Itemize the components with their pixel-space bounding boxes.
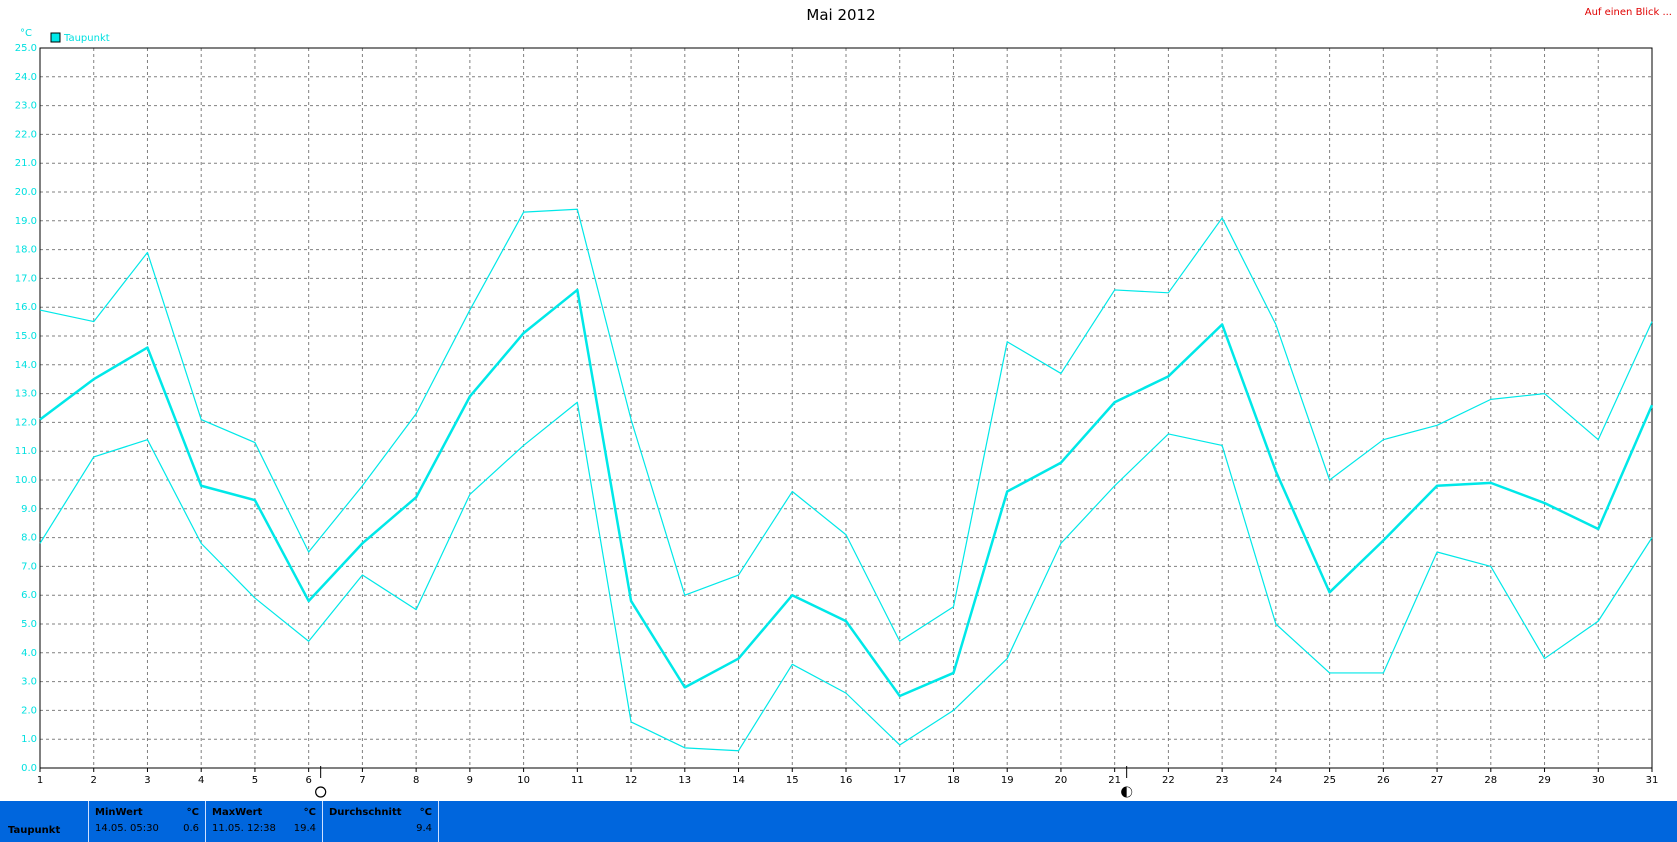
x-tick-label: 3 xyxy=(144,775,150,786)
x-tick-label: 26 xyxy=(1377,775,1390,786)
legend-label: Taupunkt xyxy=(63,33,110,44)
stat-avg-unit: °C xyxy=(419,807,432,818)
stat-max-value: 19.4 xyxy=(293,823,316,834)
y-tick-label: 14.0 xyxy=(15,360,37,371)
x-tick-label: 21 xyxy=(1108,775,1121,786)
stat-max-time: 11.05. 12:38 xyxy=(212,823,276,834)
y-tick-label: 15.0 xyxy=(15,331,37,342)
y-tick-label: 21.0 xyxy=(15,158,37,169)
y-tick-label: 0.0 xyxy=(21,763,37,774)
y-tick-label: 12.0 xyxy=(15,417,37,428)
y-tick-label: 16.0 xyxy=(15,302,37,313)
stat-avg-header: Durchschnitt xyxy=(329,807,402,818)
stat-min: MinWert °C 14.05. 05:30 0.6 xyxy=(88,801,205,842)
y-tick-label: 7.0 xyxy=(21,561,37,572)
y-tick-label: 25.0 xyxy=(15,43,37,54)
full-moon-icon xyxy=(315,786,327,798)
y-tick-label: 20.0 xyxy=(15,187,37,198)
x-tick-label: 20 xyxy=(1055,775,1068,786)
y-tick-label: 8.0 xyxy=(21,533,37,544)
moon-highlight xyxy=(1126,787,1132,797)
x-tick-label: 24 xyxy=(1269,775,1282,786)
x-tick-label: 10 xyxy=(517,775,530,786)
x-tick-label: 25 xyxy=(1323,775,1336,786)
x-tick-label: 5 xyxy=(252,775,258,786)
stat-max: MaxWert °C 11.05. 12:38 19.4 xyxy=(205,801,322,842)
x-tick-label: 19 xyxy=(1001,775,1014,786)
x-tick-label: 15 xyxy=(786,775,799,786)
y-tick-label: 9.0 xyxy=(21,504,37,515)
y-tick-label: 17.0 xyxy=(15,273,37,284)
x-tick-label: 8 xyxy=(413,775,419,786)
stat-min-time: 14.05. 05:30 xyxy=(95,823,159,834)
x-tick-label: 1 xyxy=(37,775,43,786)
overview-link[interactable]: Auf einen Blick ... xyxy=(1585,7,1672,18)
x-tick-label: 16 xyxy=(840,775,853,786)
stat-min-value: 0.6 xyxy=(183,823,199,834)
stats-row-label: Taupunkt xyxy=(8,825,61,836)
x-tick-label: 18 xyxy=(947,775,960,786)
x-tick-label: 2 xyxy=(91,775,97,786)
x-tick-label: 12 xyxy=(625,775,638,786)
x-tick-label: 7 xyxy=(359,775,365,786)
y-tick-label: 4.0 xyxy=(21,648,37,659)
x-tick-label: 14 xyxy=(732,775,745,786)
y-tick-label: 10.0 xyxy=(15,475,37,486)
legend-swatch xyxy=(50,32,61,43)
y-tick-label: 23.0 xyxy=(15,101,37,112)
y-tick-label: 2.0 xyxy=(21,705,37,716)
y-axis-unit: °C xyxy=(20,28,32,39)
x-tick-label: 9 xyxy=(467,775,473,786)
stat-min-unit: °C xyxy=(186,807,199,818)
y-tick-label: 5.0 xyxy=(21,619,37,630)
y-tick-label: 11.0 xyxy=(15,446,37,457)
x-tick-label: 30 xyxy=(1592,775,1605,786)
chart: Mai 2012 Auf einen Blick ... °C Taupunkt… xyxy=(15,6,1672,798)
x-tick-label: 27 xyxy=(1431,775,1444,786)
x-tick-label: 31 xyxy=(1646,775,1659,786)
stat-min-header: MinWert xyxy=(95,807,143,818)
x-tick-label: 29 xyxy=(1538,775,1551,786)
y-tick-label: 18.0 xyxy=(15,245,37,256)
x-axis: 1 2 3 4 5 6 7 8 9 10 11 12 13 14 15 16 17 18 19 20 21 22 23 24 2… xyxy=(37,768,1659,786)
y-tick-label: 24.0 xyxy=(15,72,37,83)
y-tick-label: 13.0 xyxy=(15,389,37,400)
stat-max-unit: °C xyxy=(303,807,316,818)
x-tick-label: 23 xyxy=(1216,775,1229,786)
y-tick-label: 1.0 xyxy=(21,734,37,745)
chart-title: Mai 2012 xyxy=(806,6,875,24)
stat-avg: Durchschnitt °C 9.4 xyxy=(322,801,439,842)
grid xyxy=(40,48,1652,768)
y-tick-label: 3.0 xyxy=(21,677,37,688)
x-tick-label: 4 xyxy=(198,775,204,786)
x-tick-label: 11 xyxy=(571,775,584,786)
stats-bar: Taupunkt MinWert °C 14.05. 05:30 0.6 Max… xyxy=(0,801,1677,842)
x-tick-label: 17 xyxy=(893,775,906,786)
y-tick-label: 6.0 xyxy=(21,590,37,601)
stat-max-header: MaxWert xyxy=(212,807,263,818)
y-tick-label: 19.0 xyxy=(15,216,37,227)
y-axis: 0.0 1.0 2.0 3.0 4.0 5.0 6.0 7.0 8.0 9.0 10.0 11.0 12… xyxy=(15,43,37,774)
x-tick-label: 6 xyxy=(305,775,311,786)
stat-avg-value: 9.4 xyxy=(416,823,432,834)
x-tick-label: 28 xyxy=(1484,775,1497,786)
x-tick-label: 22 xyxy=(1162,775,1175,786)
x-tick-label: 13 xyxy=(678,775,691,786)
y-tick-label: 22.0 xyxy=(15,129,37,140)
